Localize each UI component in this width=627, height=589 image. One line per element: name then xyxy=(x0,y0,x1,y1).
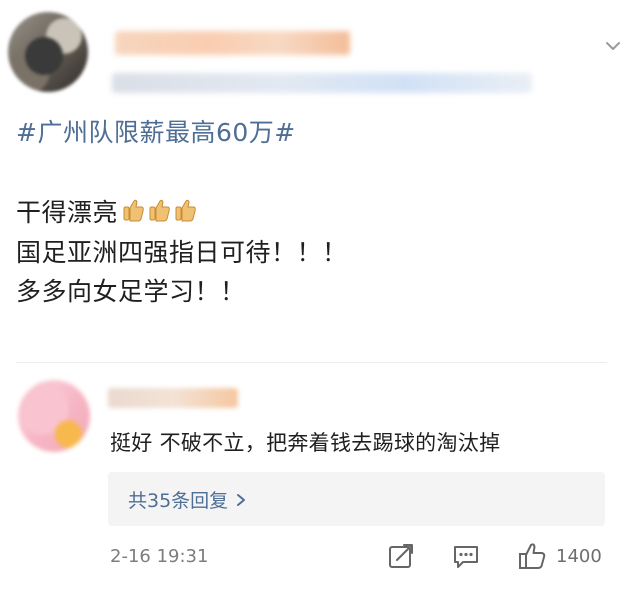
comment-text: 挺好 不破不立，把奔着钱去踢球的淘汰掉 xyxy=(110,431,501,455)
commenter-avatar-blurred[interactable] xyxy=(18,380,90,452)
post-line-1: 干得漂亮 xyxy=(16,193,198,229)
replies-label: 共35条回复 xyxy=(128,490,229,512)
weibo-post-view: #广州队限薪最高60万# 干得漂亮 国足亚洲四强指日可待！！！ 多多向女足学习！… xyxy=(0,0,627,589)
share-icon[interactable] xyxy=(386,541,416,571)
commenter-name-blurred[interactable] xyxy=(108,388,238,408)
view-replies-link[interactable]: 共35条回复 xyxy=(128,486,246,513)
replies-panel[interactable]: 共35条回复 xyxy=(108,472,605,526)
post-line-1-text: 干得漂亮 xyxy=(16,198,119,227)
section-divider xyxy=(16,362,607,363)
post-meta-blurred xyxy=(112,73,532,93)
author-name-blurred[interactable] xyxy=(115,31,350,55)
chevron-down-icon[interactable] xyxy=(605,40,621,52)
post-line-2: 国足亚洲四强指日可待！！！ xyxy=(16,238,348,267)
like-count: 1400 xyxy=(556,546,602,567)
hashtag-link[interactable]: #广州队限薪最高60万# xyxy=(16,113,296,149)
comment-icon[interactable] xyxy=(451,541,481,571)
thumbs-up-icon xyxy=(123,199,196,222)
comment-timestamp: 2-16 19:31 xyxy=(110,546,209,567)
like-icon[interactable] xyxy=(517,541,547,571)
author-avatar-blurred[interactable] xyxy=(8,12,88,92)
thumbs-up-emoji-group xyxy=(120,197,198,229)
chevron-right-icon xyxy=(237,494,246,506)
post-line-3: 多多向女足学习！！ xyxy=(16,277,246,306)
